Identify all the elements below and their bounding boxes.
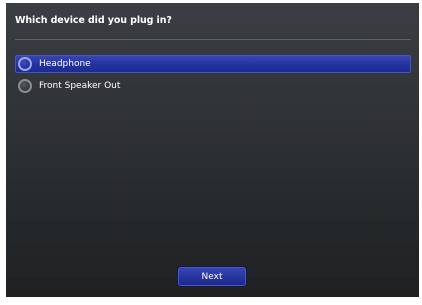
device-selection-dialog: Which device did you plug in? Headphone … (6, 3, 419, 297)
option-label: Front Speaker Out (39, 81, 121, 91)
next-button[interactable]: Next (178, 267, 246, 286)
dialog-question: Which device did you plug in? (15, 15, 172, 26)
divider (15, 39, 411, 40)
radio-button-icon[interactable] (18, 79, 32, 93)
radio-button-icon[interactable] (18, 57, 32, 71)
window-frame: Which device did you plug in? Headphone … (0, 0, 422, 305)
option-label: Headphone (39, 59, 91, 69)
option-headphone[interactable]: Headphone (15, 55, 411, 73)
device-options: Headphone Front Speaker Out (15, 55, 411, 95)
option-front-speaker-out[interactable]: Front Speaker Out (15, 77, 411, 95)
